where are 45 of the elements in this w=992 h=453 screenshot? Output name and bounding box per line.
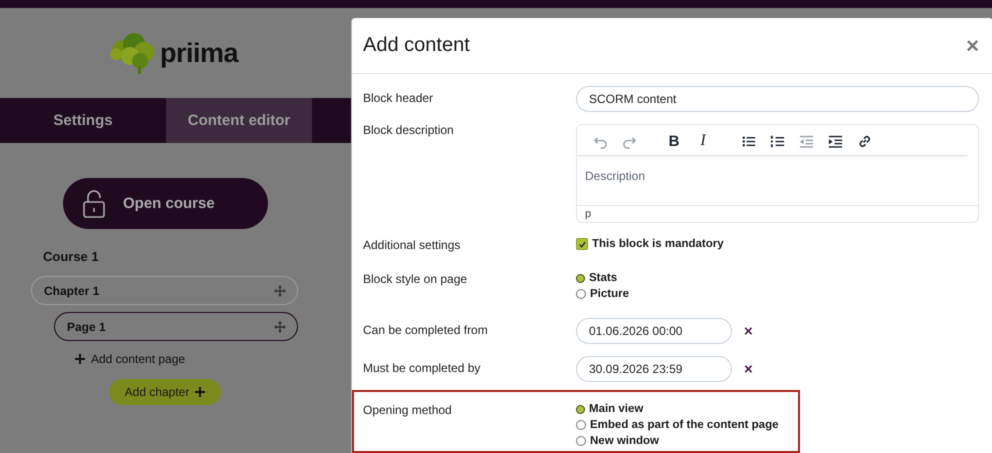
move-icon[interactable]	[274, 320, 286, 332]
field-label: Must be completed by	[363, 360, 482, 377]
radio-button[interactable]	[576, 274, 585, 282]
italic-button[interactable]: I	[694, 132, 712, 150]
text-field[interactable]: SCORM content	[576, 86, 979, 112]
field-label: Opening method	[363, 402, 453, 419]
date-field[interactable]: 30.09.2026 23:59	[576, 356, 732, 382]
chapter-item[interactable]: Chapter 1	[31, 276, 298, 305]
radio-label: Embed as part of the content page	[590, 419, 778, 431]
add-content-page-link[interactable]: Add content page	[75, 352, 330, 366]
radio-button[interactable]	[576, 436, 586, 446]
nav-tab[interactable]: Content editor	[166, 98, 312, 143]
element-path: p	[585, 208, 592, 220]
field-label: Block style on page	[363, 271, 468, 288]
field-label: Can be completed from	[363, 322, 489, 339]
radio-label: New window	[590, 435, 659, 447]
radio-label: Picture	[590, 288, 629, 300]
open-course-button[interactable]: Open course	[63, 178, 268, 229]
add-chapter-button[interactable]: Add chapter	[109, 379, 221, 405]
radio-button[interactable]	[576, 404, 585, 414]
field-label: Additional settings	[363, 237, 462, 252]
page-item[interactable]: Page 1	[54, 312, 298, 341]
checkbox-label: This block is mandatory	[592, 238, 724, 250]
padlock-icon	[83, 190, 105, 218]
close-button[interactable]: ×	[966, 34, 979, 56]
date-field[interactable]: 01.06.2026 00:00	[576, 318, 732, 344]
plus-icon	[195, 387, 206, 397]
radio-label: Stats	[589, 272, 618, 284]
field-label: Block header	[363, 90, 434, 107]
radio-button[interactable]	[576, 420, 586, 430]
logo-text: priima	[160, 38, 238, 68]
radio-label: Main view	[589, 403, 644, 415]
checkbox[interactable]	[576, 238, 588, 250]
course-title: Course 1	[43, 249, 100, 264]
move-icon[interactable]	[274, 284, 286, 296]
placeholder-text: Description	[585, 169, 646, 183]
nav-tab[interactable]: Settings	[0, 98, 166, 143]
modal-title: Add content	[363, 34, 470, 57]
plus-icon	[75, 354, 85, 364]
radio-button[interactable]	[576, 289, 586, 299]
bold-button[interactable]: B	[665, 132, 683, 150]
field-label: Block description	[363, 122, 455, 139]
rich-text-editor[interactable]: B I Description p	[576, 124, 979, 223]
clear-button[interactable]: ×	[744, 322, 753, 340]
clear-button[interactable]: ×	[744, 360, 753, 378]
